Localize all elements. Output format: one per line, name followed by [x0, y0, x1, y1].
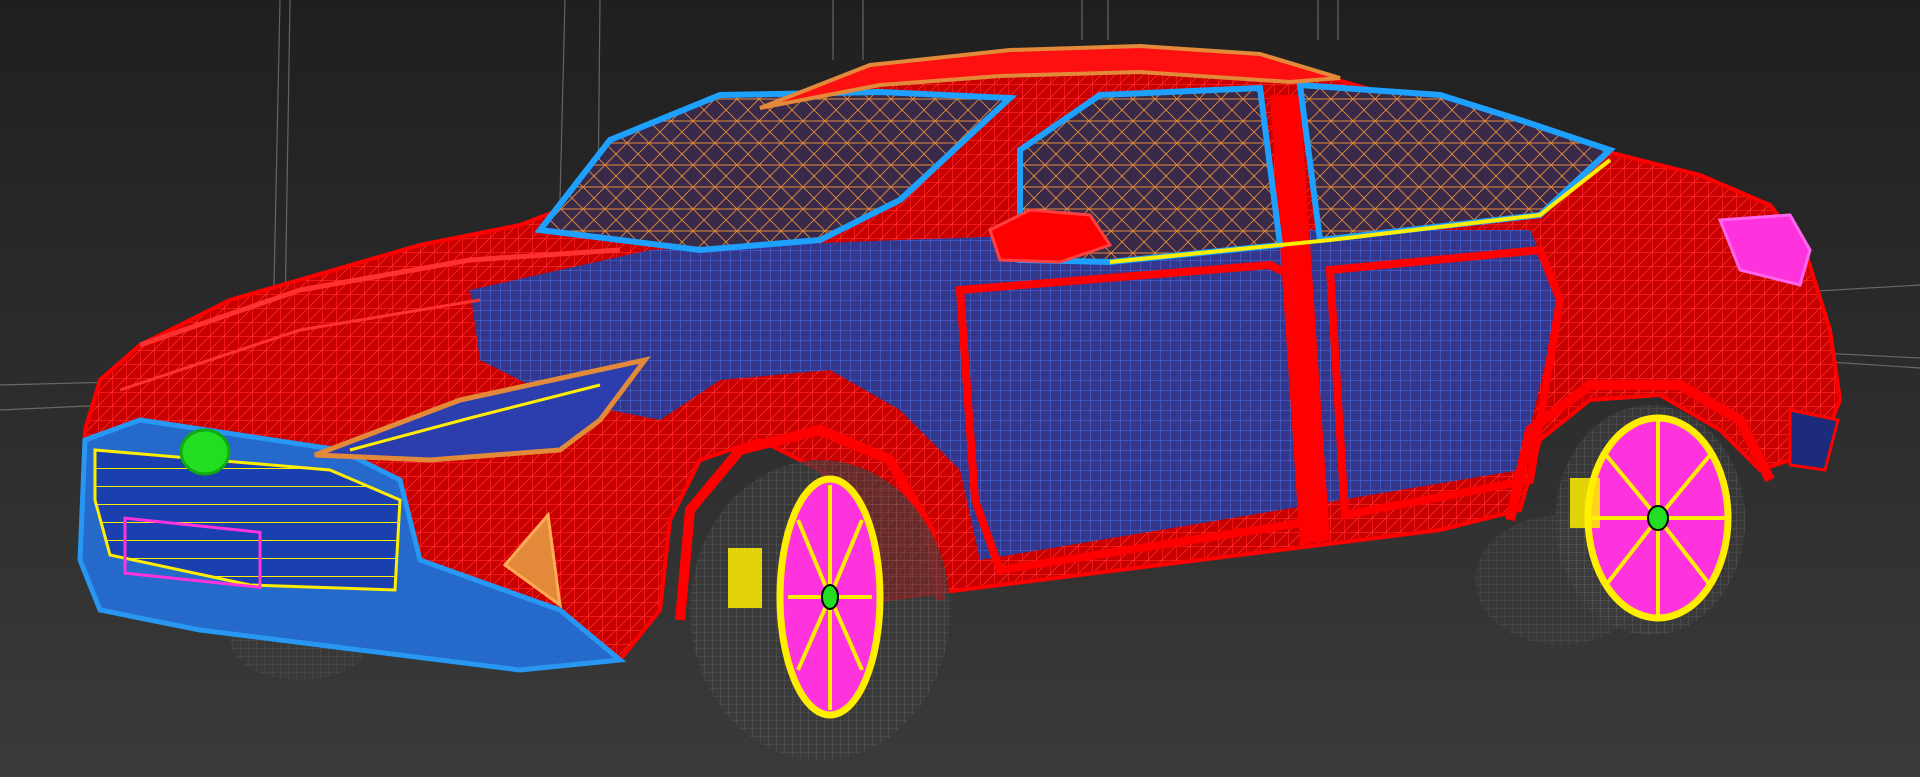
- front-wheel[interactable]: [690, 460, 950, 760]
- rear-wheel[interactable]: [1555, 405, 1745, 635]
- wheel-hub: [821, 584, 839, 610]
- brake-caliper: [728, 548, 762, 608]
- front-emblem: [179, 428, 231, 476]
- wheel-hub: [1647, 505, 1669, 531]
- rear-bumper: [1788, 408, 1840, 472]
- 3d-viewport[interactable]: [0, 0, 1920, 777]
- grid-line: [559, 0, 566, 201]
- wireframe-scene[interactable]: [0, 0, 1920, 777]
- brake-caliper: [1570, 478, 1600, 528]
